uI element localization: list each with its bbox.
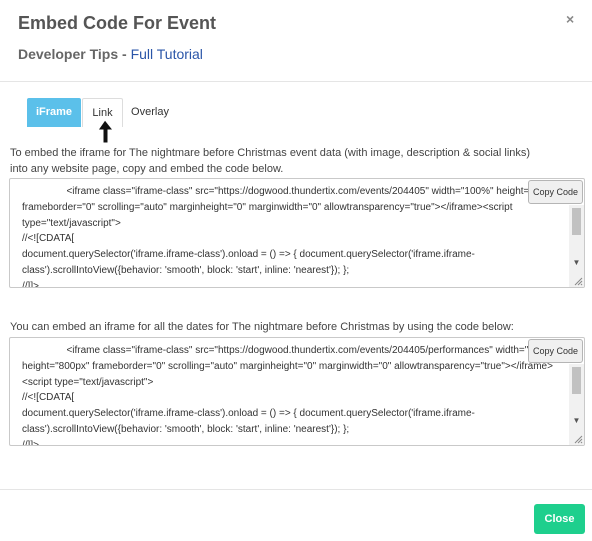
resize-handle-icon[interactable]	[573, 434, 583, 444]
resize-handle-icon[interactable]	[573, 276, 583, 286]
modal-title: Embed Code For Event	[18, 13, 217, 33]
full-tutorial-link[interactable]: Full Tutorial	[131, 46, 203, 62]
iframe-description: To embed the iframe for The nightmare be…	[10, 147, 531, 175]
scrollbar[interactable]: ▼	[569, 364, 584, 445]
modal-header: Embed Code For Event × Developer Tips - …	[0, 0, 592, 82]
scrollbar[interactable]: ▼	[569, 205, 584, 287]
iframe-code-text: <iframe class="iframe-class" src="https:…	[22, 186, 564, 288]
scroll-down-icon[interactable]: ▼	[572, 258, 581, 267]
modal-footer: Close	[0, 489, 592, 541]
performances-code-textarea[interactable]: <iframe class="iframe-class" src="https:…	[9, 337, 585, 446]
developer-tips-label: Developer Tips -	[18, 46, 131, 62]
tab-overlay[interactable]: Overlay	[125, 98, 175, 127]
copy-code-button[interactable]: Copy Code	[528, 180, 583, 204]
scrollbar-thumb[interactable]	[572, 367, 581, 394]
iframe-code-textarea[interactable]: <iframe class="iframe-class" src="https:…	[9, 178, 585, 288]
mouse-pointer-icon	[97, 119, 115, 144]
copy-code-button[interactable]: Copy Code	[528, 339, 583, 363]
scroll-down-icon[interactable]: ▼	[572, 416, 581, 425]
performances-code-text: <iframe class="iframe-class" src="https:…	[22, 345, 558, 446]
developer-tips: Developer Tips - Full Tutorial	[18, 46, 203, 62]
close-button[interactable]: Close	[534, 504, 585, 534]
scrollbar-thumb[interactable]	[572, 208, 581, 235]
performances-description: You can embed an iframe for all the date…	[10, 321, 514, 333]
embed-code-modal: Embed Code For Event × Developer Tips - …	[0, 0, 592, 541]
close-icon[interactable]: ×	[566, 11, 574, 27]
tab-iframe[interactable]: iFrame	[27, 98, 81, 127]
